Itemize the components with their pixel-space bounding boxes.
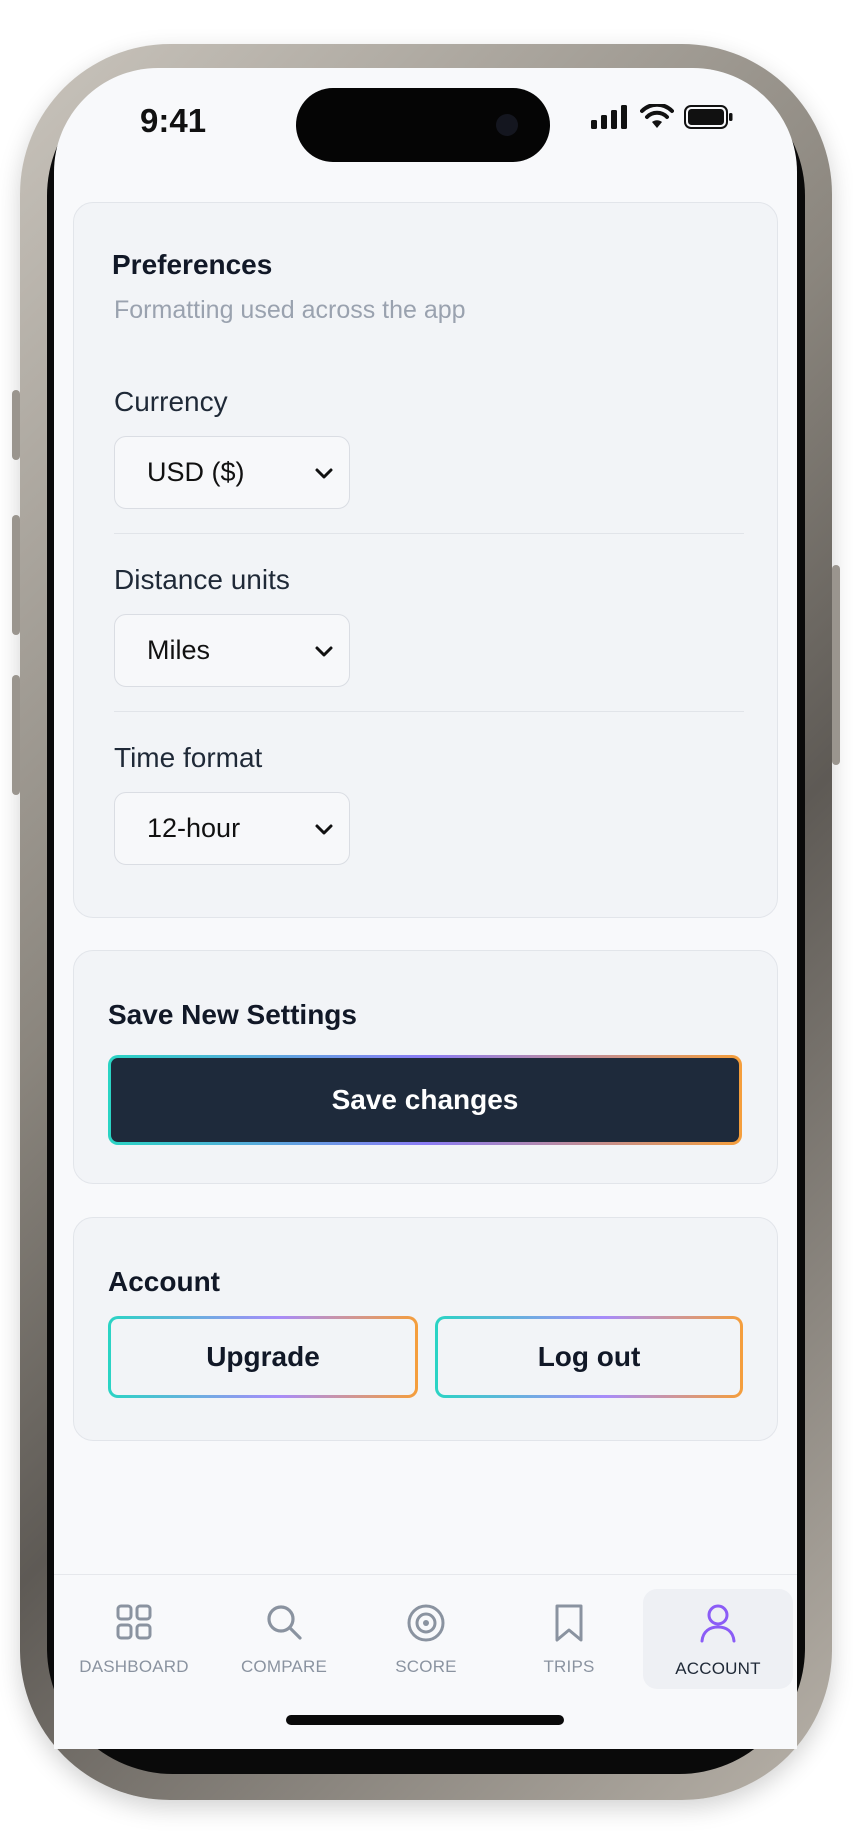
distance-value: Miles: [147, 635, 211, 665]
logout-button[interactable]: Log out: [435, 1316, 743, 1398]
search-icon: [267, 1605, 302, 1640]
preferences-card: Preferences Formatting used across the a…: [73, 202, 778, 918]
currency-select[interactable]: USD ($): [114, 436, 350, 509]
status-time: 9:41: [140, 102, 207, 139]
bookmark-icon: [555, 1604, 583, 1642]
tab-trips[interactable]: TRIPS: [494, 1575, 644, 1695]
volume-up-button: [12, 515, 20, 635]
tab-label: ACCOUNT: [675, 1659, 761, 1678]
time-format-select[interactable]: 12-hour: [114, 792, 350, 865]
power-button: [832, 565, 840, 765]
save-settings-card: Save New Settings Save changes: [73, 950, 778, 1184]
tab-label: DASHBOARD: [79, 1657, 189, 1676]
account-title: Account: [108, 1266, 220, 1297]
save-changes-button[interactable]: Save changes: [108, 1055, 742, 1145]
tab-label: SCORE: [395, 1657, 457, 1676]
signal-icon: [591, 105, 627, 129]
target-icon: [407, 1604, 445, 1642]
tab-label: COMPARE: [240, 1657, 328, 1676]
divider: [114, 711, 744, 712]
action-button: [12, 390, 20, 460]
battery-icon: [684, 105, 733, 129]
tab-dashboard[interactable]: DASHBOARD: [59, 1575, 209, 1695]
dynamic-island: [296, 88, 550, 162]
save-section-title: Save New Settings: [108, 999, 357, 1030]
distance-select[interactable]: Miles: [114, 614, 350, 687]
time-format-label: Time format: [114, 742, 263, 773]
camera-icon: [496, 114, 518, 136]
currency-label: Currency: [114, 386, 228, 417]
chevron-down-icon: [315, 468, 333, 479]
upgrade-button[interactable]: Upgrade: [108, 1316, 418, 1398]
divider: [114, 533, 744, 534]
tab-label: TRIPS: [543, 1657, 595, 1676]
user-icon: [700, 1604, 736, 1643]
wifi-icon: [640, 104, 674, 128]
distance-label: Distance units: [114, 564, 290, 595]
account-card: Account Upgrade Log out: [73, 1217, 778, 1441]
home-indicator: [286, 1715, 564, 1725]
tab-compare[interactable]: COMPARE: [209, 1575, 359, 1695]
preferences-title: Preferences: [112, 249, 273, 280]
status-icons: [590, 104, 734, 130]
chevron-down-icon: [315, 824, 333, 835]
time-format-value: 12-hour: [147, 813, 241, 843]
tab-score[interactable]: SCORE: [351, 1575, 501, 1695]
grid-icon: [116, 1604, 152, 1640]
chevron-down-icon: [315, 646, 333, 657]
currency-value: USD ($): [147, 457, 245, 487]
volume-down-button: [12, 675, 20, 795]
tab-account[interactable]: ACCOUNT: [643, 1589, 793, 1689]
preferences-subtitle: Formatting used across the app: [114, 296, 466, 324]
